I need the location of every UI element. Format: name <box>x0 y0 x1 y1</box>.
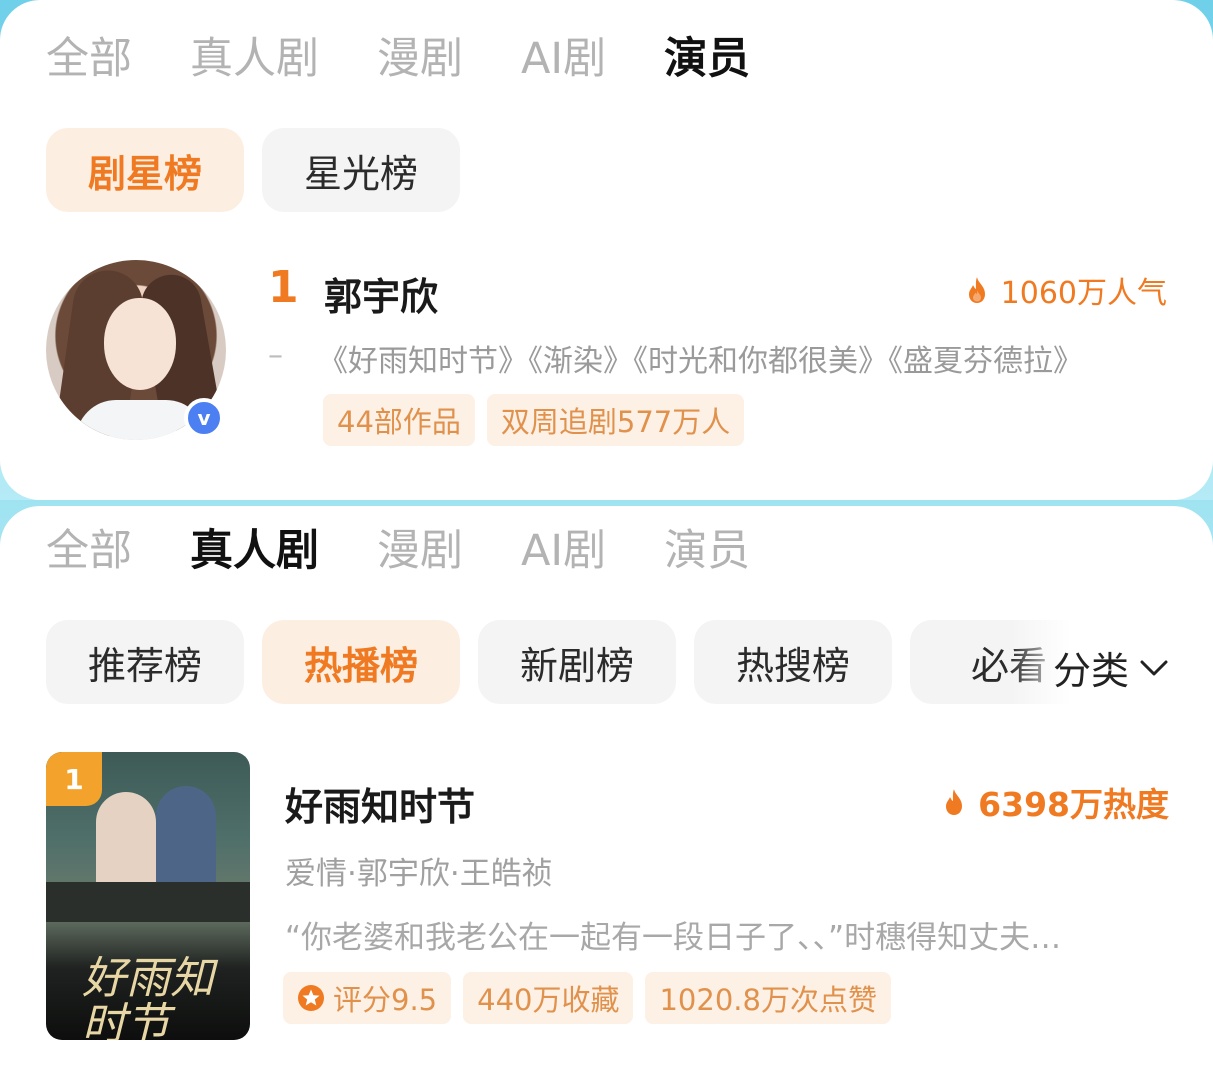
rank-number: 1 <box>268 262 299 313</box>
category-tabs: 全部 真人剧 漫剧 AI剧 演员 <box>46 530 808 573</box>
pill-starlight-ranking[interactable]: 星光榜 <box>262 128 460 212</box>
rank-flag: 1 <box>46 752 102 806</box>
pill-new-ranking[interactable]: 新剧榜 <box>478 620 676 704</box>
avatar-face <box>104 298 176 390</box>
actor-ranking-panel: 全部 真人剧 漫剧 AI剧 演员 剧星榜 星光榜 v 1 郭宇欣 1060万人气… <box>0 0 1213 500</box>
rating-value: 评分9.5 <box>333 983 438 1017</box>
tab-all[interactable]: 全部 <box>46 530 132 573</box>
chevron-down-icon <box>1140 660 1168 675</box>
tab-comic-drama[interactable]: 漫剧 <box>377 530 463 573</box>
tag-followers: 双周追剧577万人 <box>486 394 745 446</box>
drama-meta: 爱情·郭宇欣·王皓祯 <box>285 856 553 892</box>
actor-works-list: 《好雨知时节》《渐染》《时光和你都很美》《盛夏芬德拉》 <box>318 344 1083 379</box>
drama-tags: 评分9.5 440万收藏 1020.8万次点赞 <box>283 972 903 1024</box>
category-tabs: 全部 真人剧 漫剧 AI剧 演员 <box>46 38 808 81</box>
fire-icon <box>968 277 985 303</box>
drama-poster[interactable]: 好雨知时节 1 <box>46 752 250 1040</box>
screenshot-stage: 全部 真人剧 漫剧 AI剧 演员 剧星榜 星光榜 v 1 郭宇欣 1060万人气… <box>0 0 1213 1080</box>
star-badge-icon <box>298 985 324 1011</box>
category-dropdown[interactable]: 分类 <box>1053 640 1169 695</box>
tag-rating: 评分9.5 <box>283 972 452 1024</box>
category-label: 分类 <box>1053 649 1130 693</box>
tab-live-drama[interactable]: 真人剧 <box>190 38 319 81</box>
verified-badge-icon: v <box>184 398 224 438</box>
tab-ai-drama[interactable]: AI剧 <box>521 38 606 81</box>
fire-icon <box>946 789 963 815</box>
popularity-value: 1060万人气 <box>1000 276 1167 311</box>
ranking-pills: 剧星榜 星光榜 <box>46 128 478 212</box>
drama-title[interactable]: 好雨知时节 <box>285 776 475 831</box>
popularity-badge: 1060万人气 <box>965 268 1167 312</box>
tag-works-count: 44部作品 <box>323 394 475 446</box>
pill-search-ranking[interactable]: 热搜榜 <box>694 620 892 704</box>
pill-recommended-ranking[interactable]: 推荐榜 <box>46 620 244 704</box>
heat-badge: 6398万热度 <box>942 778 1169 826</box>
actor-name[interactable]: 郭宇欣 <box>324 266 438 321</box>
ranking-pills: 推荐榜 热播榜 新剧榜 热搜榜 必看 <box>46 620 1126 704</box>
tab-actors[interactable]: 演员 <box>664 38 750 81</box>
poster-title-art: 好雨知时节 <box>82 953 214 1040</box>
actor-tags: 44部作品 双周追剧577万人 <box>323 394 756 446</box>
separator-dash: – <box>268 338 283 373</box>
drama-description: “你老婆和我老公在一起有一段日子了、、”时穗得知丈夫… <box>285 920 1062 956</box>
pill-hot-ranking[interactable]: 热播榜 <box>262 620 460 704</box>
tab-all[interactable]: 全部 <box>46 38 132 81</box>
poster-roof <box>46 882 250 922</box>
tab-actors[interactable]: 演员 <box>664 530 750 573</box>
tag-favorites: 440万收藏 <box>463 972 634 1024</box>
pill-drama-star-ranking[interactable]: 剧星榜 <box>46 128 244 212</box>
tag-likes: 1020.8万次点赞 <box>645 972 891 1024</box>
tab-comic-drama[interactable]: 漫剧 <box>377 38 463 81</box>
tab-ai-drama[interactable]: AI剧 <box>521 530 606 573</box>
tab-live-drama[interactable]: 真人剧 <box>190 530 319 573</box>
heat-value: 6398万热度 <box>978 785 1169 824</box>
